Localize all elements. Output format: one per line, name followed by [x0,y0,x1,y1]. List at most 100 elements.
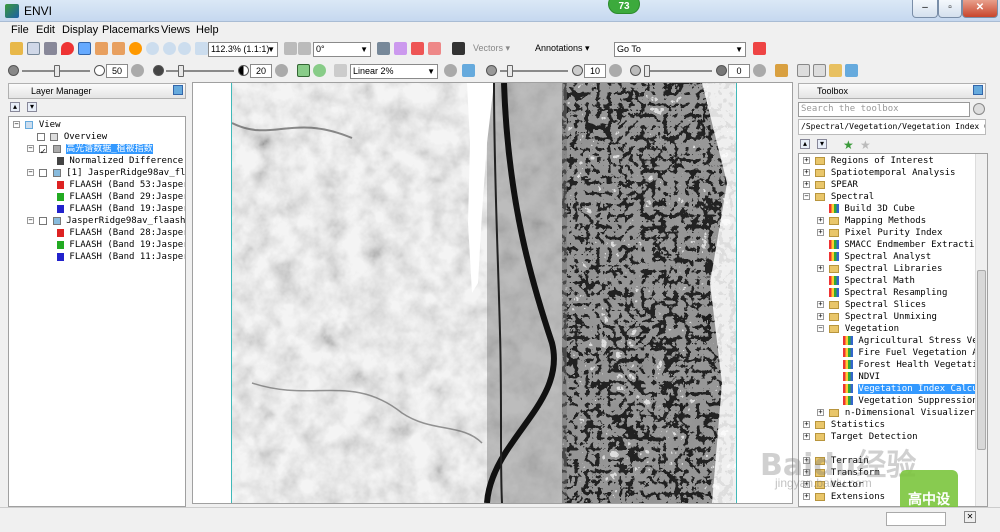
keyboard-icon[interactable] [452,42,465,55]
expand-icon[interactable]: + [803,157,810,164]
sharpen-thumb[interactable] [507,65,513,77]
toolbox-tool-spectral-math[interactable]: Spectral Math [829,275,915,287]
minimize-button[interactable]: – [912,0,938,18]
reset-brightness-icon[interactable] [131,64,144,77]
menu-edit[interactable]: Edit [36,24,55,36]
collapse-icon[interactable]: − [803,193,810,200]
panel-pin-icon[interactable] [973,85,983,95]
ndvi-image[interactable] [231,83,737,503]
data-manager-icon[interactable] [27,42,40,55]
transparency-value[interactable]: 0 [728,64,750,78]
layer-checkbox[interactable]: ✓ [39,144,48,157]
menu-views[interactable]: Views [161,24,190,36]
zoom-in-icon[interactable] [163,42,176,55]
toolbox-tool-spectral-analyst[interactable]: Spectral Analyst [829,251,931,263]
toolbox-scrollbar[interactable] [975,154,987,506]
layout-custom-icon[interactable] [845,64,858,77]
layer-row-view[interactable]: − View [13,119,61,131]
layer-row-ndvi-group[interactable]: − ✓ 高光谱数据_植被指数 [27,143,153,157]
recent-star-icon[interactable]: ★ [860,138,871,152]
status-close-icon[interactable]: ✕ [964,511,976,523]
refresh-stretch-icon[interactable] [444,64,457,77]
toolbox-folder-spectral[interactable]: − Spectral [803,191,874,203]
toolbox-folder-mapping-methods[interactable]: + Mapping Methods [817,215,926,227]
expand-all-icon[interactable]: ▾ [27,102,37,112]
expand-icon[interactable]: + [803,433,810,440]
fly-icon[interactable] [112,42,125,55]
expand-icon[interactable]: + [803,493,810,500]
zoom-fit-icon[interactable] [195,42,208,55]
open-icon[interactable] [10,42,23,55]
reset-sharpen-icon[interactable] [609,64,622,77]
overview-checkbox[interactable] [37,132,45,141]
maximize-button[interactable]: ▫ [938,0,962,18]
toolbox-scrollbar-thumb[interactable] [977,270,986,450]
rotate-icon[interactable] [129,42,142,55]
toolbox-tool-agricultural-stress[interactable]: Agricultural Stress Vegetation Analysis [843,335,979,347]
toolbox-folder-regions-of-interest[interactable]: + Regions of Interest [803,155,934,167]
layer-row-band-blue[interactable]: FLAASH (Band 11:JasperRidge98av_flaash_r… [57,251,185,263]
rotate-right-icon[interactable] [298,42,311,55]
layer-row-band-red[interactable]: FLAASH (Band 28:JasperRidge98av_flaash_r… [57,227,185,239]
image-view[interactable] [192,82,793,504]
contrast-value[interactable]: 20 [250,64,272,78]
vectors-menu[interactable]: Vectors ▾ [473,43,510,54]
sharpen-value[interactable]: 10 [584,64,606,78]
toolbox-folder-n-dimensional[interactable]: + n-Dimensional Visualizer [817,407,975,419]
layer-row-overview[interactable]: Overview [37,131,107,143]
ruler-icon[interactable] [775,64,788,77]
collapse-icon[interactable]: − [27,169,34,176]
remove-icon[interactable] [753,42,766,55]
layer-checkbox[interactable] [39,168,48,177]
toolbox-folder-pixel-purity[interactable]: + Pixel Purity Index [817,227,942,239]
expand-icon[interactable]: + [817,265,824,272]
collapse-icon[interactable]: − [13,121,20,128]
toolbox-tool-spectral-resampling[interactable]: Spectral Resampling [829,287,947,299]
rotate-left-icon[interactable] [284,42,297,55]
layout-split-icon[interactable] [813,64,826,77]
toolbox-tool-vegetation-suppression[interactable]: Vegetation Suppression [843,395,978,407]
toolbox-search-input[interactable]: Search the toolbox [798,102,970,117]
menu-file[interactable]: File [11,24,29,36]
placemark-icon[interactable] [61,42,74,55]
expand-icon[interactable]: + [817,313,824,320]
menu-display[interactable]: Display [62,24,98,36]
zoom-level-combo[interactable]: 112.3% (1.1:1) ▼ [208,42,278,57]
brightness-value[interactable]: 50 [106,64,128,78]
zoom-out-icon[interactable] [178,42,191,55]
layer-row-band-red[interactable]: FLAASH (Band 53:JasperRidge98av_flaash_r… [57,179,185,191]
layer-row-band-green[interactable]: FLAASH (Band 19:JasperRidge98av_flaash_r… [57,239,185,251]
close-button[interactable]: ✕ [962,0,998,18]
contrast-slider[interactable] [166,70,234,72]
zoom-icon[interactable] [146,42,159,55]
crosshair-icon[interactable] [377,42,390,55]
layer-row-ndvi-band[interactable]: Normalized Difference Vegetation Index [57,155,185,167]
expand-icon[interactable]: + [817,229,824,236]
expand-icon[interactable]: + [803,169,810,176]
histogram-icon[interactable] [462,64,475,77]
toolbox-folder-statistics[interactable]: + Statistics [803,419,885,431]
layer-row-refl-1[interactable]: − [1] JasperRidge98av_flaash_refl [27,167,185,179]
rotation-combo[interactable]: 0° ▼ [313,42,371,57]
transparency-slider[interactable] [644,70,712,72]
menu-placemarks[interactable]: Placemarks [102,24,159,36]
contrast-thumb[interactable] [178,65,184,77]
reset-contrast-icon[interactable] [275,64,288,77]
brightness-thumb[interactable] [54,65,60,77]
collapse-all-icon[interactable]: ▴ [10,102,20,112]
toolbox-folder-extensions[interactable]: + Extensions [803,491,885,503]
spectral-profile-icon[interactable] [394,42,407,55]
pan-icon[interactable] [95,42,108,55]
layer-row-band-green[interactable]: FLAASH (Band 29:JasperRidge98av_flaash_r… [57,191,185,203]
collapse-icon[interactable]: − [27,217,34,224]
layer-checkbox[interactable] [39,216,48,225]
toolbox-tool-forest-health[interactable]: Forest Health Vegetation Analysis [843,359,979,371]
expand-icon[interactable]: + [817,409,824,416]
toolbox-folder-spatiotemporal[interactable]: + Spatiotemporal Analysis [803,167,955,179]
panel-pin-icon[interactable] [173,85,183,95]
layer-row-refl-2[interactable]: − JasperRidge98av_flaash_refl [27,215,185,227]
layout-single-icon[interactable] [797,64,810,77]
expand-icon[interactable]: + [817,217,824,224]
select-cursor-icon[interactable] [78,42,91,55]
chart-icon[interactable] [411,42,424,55]
